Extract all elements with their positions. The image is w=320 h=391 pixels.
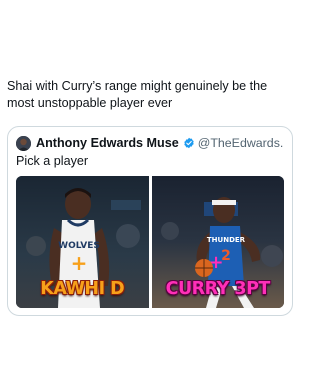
- jersey-text-left: WOLVES: [58, 241, 100, 251]
- quoted-post-media[interactable]: WOLVES + KAWHI D THUNDER 2 + CURRY 3PT: [16, 176, 284, 308]
- player-label-curry: CURRY 3PT: [165, 278, 271, 299]
- quoted-post-card[interactable]: Anthony Edwards Muse @TheEdwards... Pick…: [7, 126, 293, 316]
- media-image-curry[interactable]: THUNDER 2 + CURRY 3PT: [151, 176, 284, 308]
- plus-icon: +: [71, 251, 88, 275]
- quoted-post-header: Anthony Edwards Muse @TheEdwards...: [16, 135, 284, 151]
- media-image-kawhi[interactable]: WOLVES + KAWHI D: [16, 176, 149, 308]
- author-handle[interactable]: @TheEdwards...: [198, 136, 284, 150]
- post-text: Shai with Curry’s range might genuinely …: [7, 79, 268, 110]
- player-label-kawhi: KAWHI D: [40, 278, 125, 299]
- jersey-text-right: THUNDER: [206, 236, 245, 244]
- author-name[interactable]: Anthony Edwards Muse: [36, 136, 179, 150]
- quoted-post-text: Pick a player: [16, 154, 89, 168]
- verified-badge-icon: [184, 137, 194, 149]
- author-avatar[interactable]: [16, 135, 31, 151]
